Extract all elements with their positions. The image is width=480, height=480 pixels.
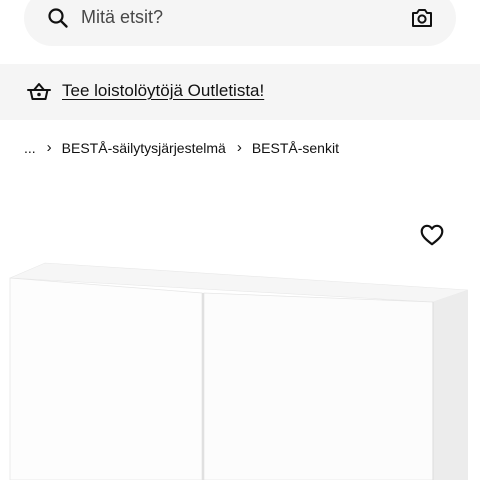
search-bar[interactable]: Mitä etsit?: [24, 0, 456, 46]
breadcrumb-separator-icon: ›: [46, 139, 52, 156]
breadcrumb-ellipsis[interactable]: ...: [24, 140, 36, 156]
search-icon[interactable]: [46, 6, 70, 30]
heart-icon[interactable]: [419, 222, 445, 248]
breadcrumb-separator-icon: ›: [236, 139, 242, 156]
search-input[interactable]: Mitä etsit?: [81, 7, 163, 28]
basket-icon: [27, 83, 51, 100]
breadcrumb: ... › BESTÅ-säilytysjärjestelmä › BESTÅ-…: [24, 138, 339, 158]
breadcrumb-item-besta-sideboards[interactable]: BESTÅ-senkit: [252, 140, 339, 156]
camera-icon[interactable]: [410, 6, 434, 30]
promo-banner[interactable]: Tee loistolöytöjä Outletista!: [0, 64, 480, 120]
outlet-promo-link[interactable]: Tee loistolöytöjä Outletista!: [62, 81, 264, 101]
breadcrumb-item-besta-storage[interactable]: BESTÅ-säilytysjärjestelmä: [62, 140, 226, 156]
product-image: [9, 262, 469, 480]
